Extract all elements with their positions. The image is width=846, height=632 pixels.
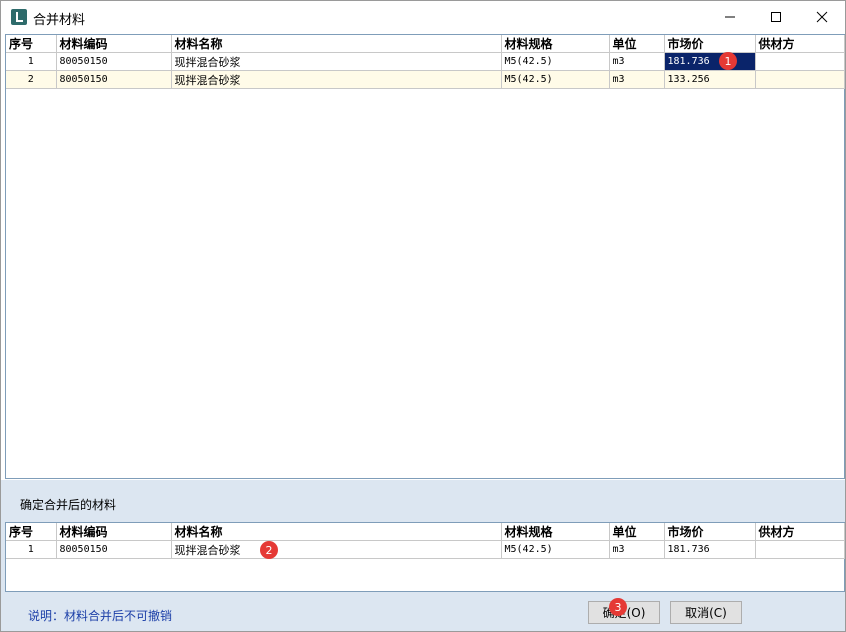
maximize-button[interactable]	[753, 1, 799, 33]
minimize-button[interactable]	[707, 1, 753, 33]
step-badge-2: 2	[260, 541, 278, 559]
material-code[interactable]: 80050150	[56, 52, 172, 71]
materials-grid[interactable]: 序号 材料编码 材料名称 材料规格 单位 市场价 供材方 1 80050150 …	[5, 34, 845, 479]
table-row[interactable]: 1 80050150 现拌混合砂浆 M5(42.5) m3 181.736	[6, 540, 845, 559]
col-index[interactable]: 序号	[6, 35, 57, 53]
market-price-cell[interactable]: 181.736	[664, 540, 756, 559]
merged-material-label: 确定合并后的材料	[20, 498, 117, 512]
window-title: 合并材料	[33, 13, 86, 28]
col-price[interactable]: 市场价	[664, 523, 756, 541]
col-name[interactable]: 材料名称	[171, 35, 502, 53]
col-spec[interactable]: 材料规格	[501, 35, 610, 53]
col-price[interactable]: 市场价	[664, 35, 756, 53]
market-price-cell[interactable]: 181.736	[664, 52, 756, 71]
material-name[interactable]: 现拌混合砂浆	[171, 540, 502, 559]
material-unit[interactable]: m3	[609, 70, 665, 89]
material-name[interactable]: 现拌混合砂浆	[171, 70, 502, 89]
material-name[interactable]: 现拌混合砂浆	[171, 52, 502, 71]
row-index[interactable]: 1	[6, 540, 57, 559]
material-spec[interactable]: M5(42.5)	[501, 52, 610, 71]
cancel-button[interactable]: 取消(C)	[670, 601, 742, 624]
material-unit[interactable]: m3	[609, 52, 665, 71]
market-price-cell[interactable]: 133.256	[664, 70, 756, 89]
table-row[interactable]: 2 80050150 现拌混合砂浆 M5(42.5) m3 133.256	[6, 70, 845, 89]
supplier[interactable]	[755, 540, 845, 559]
row-index[interactable]: 1	[6, 52, 57, 71]
material-code[interactable]: 80050150	[56, 540, 172, 559]
grid-header: 序号 材料编码 材料名称 材料规格 单位 市场价 供材方	[6, 523, 845, 541]
material-unit[interactable]: m3	[609, 540, 665, 559]
col-code[interactable]: 材料编码	[56, 35, 172, 53]
col-supplier[interactable]: 供材方	[755, 523, 845, 541]
merge-materials-dialog: 合并材料 序号 材料编码 材料名称 材料规格 单位 市场价 供材方 1 8005…	[0, 0, 846, 632]
close-button[interactable]	[799, 1, 845, 33]
close-icon	[816, 11, 828, 23]
row-index[interactable]: 2	[6, 70, 57, 89]
material-spec[interactable]: M5(42.5)	[501, 540, 610, 559]
material-spec[interactable]: M5(42.5)	[501, 70, 610, 89]
col-supplier[interactable]: 供材方	[755, 35, 845, 53]
app-icon	[11, 9, 27, 25]
merged-material-grid[interactable]: 序号 材料编码 材料名称 材料规格 单位 市场价 供材方 1 80050150 …	[5, 522, 845, 592]
col-spec[interactable]: 材料规格	[501, 523, 610, 541]
grid-header: 序号 材料编码 材料名称 材料规格 单位 市场价 供材方	[6, 35, 845, 53]
title-bar: 合并材料	[1, 1, 845, 33]
col-unit[interactable]: 单位	[609, 523, 665, 541]
col-code[interactable]: 材料编码	[56, 523, 172, 541]
material-code[interactable]: 80050150	[56, 70, 172, 89]
col-name[interactable]: 材料名称	[171, 523, 502, 541]
minimize-icon	[725, 16, 735, 18]
supplier[interactable]	[755, 52, 845, 71]
irreversible-note: 说明：材料合并后不可撤销	[28, 609, 173, 623]
step-badge-1: 1	[719, 52, 737, 70]
col-unit[interactable]: 单位	[609, 35, 665, 53]
supplier[interactable]	[755, 70, 845, 89]
step-badge-3: 3	[609, 598, 627, 616]
maximize-icon	[771, 12, 781, 22]
col-index[interactable]: 序号	[6, 523, 57, 541]
